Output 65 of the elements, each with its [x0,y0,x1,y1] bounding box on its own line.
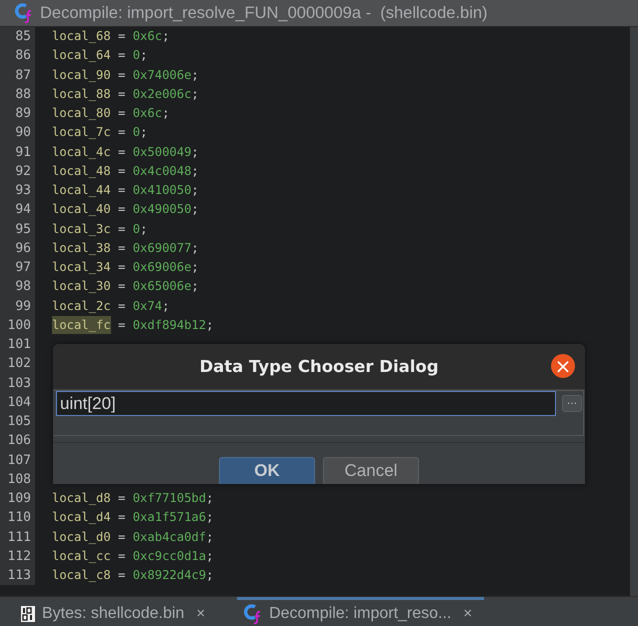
line-number: 98 [0,277,35,296]
code-line: local_48 = 0x4c0048; [52,164,199,178]
line-number: 100 [0,316,35,335]
code-line: local_7c = 0; [52,125,148,140]
line-number: 102 [0,354,35,374]
line-number: 93 [0,181,35,200]
line-number: 97 [0,258,35,278]
code-line: local_80 = 0x6c; [52,106,170,120]
code-line: local_fc = 0xdf894b12; [52,316,214,334]
line-number: 112 [0,546,35,566]
code-line: local_c8 = 0x8922d4c9; [52,568,214,582]
tab-label: Decompile: import_reso... [269,604,452,622]
code-line: local_cc = 0xc9cc0d1a; [52,548,214,563]
line-number: 101 [0,335,35,354]
line-number: 113 [0,566,35,586]
line-number: 94 [0,200,35,220]
line-number: 99 [0,296,35,316]
close-icon[interactable]: × [196,605,206,622]
code-line: local_4c = 0x500049; [52,144,199,158]
cancel-button[interactable]: Cancel [323,457,419,484]
code-line: local_38 = 0x690077; [52,240,199,255]
line-number: 107 [0,450,35,470]
tab[interactable]: Decompile: import_reso... × [237,597,484,626]
code-line: local_d0 = 0xab4ca0df; [52,530,214,544]
input-field[interactable]: uint[20] [56,391,556,416]
line-number: 89 [0,104,35,124]
tab[interactable]: Bytes: shellcode.bin × [0,597,218,626]
close-button[interactable]: × [551,354,575,378]
binary-file-icon [20,604,36,622]
line-number: 110 [0,508,35,528]
dialog-title: Data Type Chooser Dialog [199,357,439,376]
line-number: 96 [0,238,35,258]
line-number: 104 [0,392,35,412]
code-line: local_30 = 0x65006e; [52,279,199,294]
code-line: local_90 = 0x74006e; [52,68,199,82]
tab-label: Bytes: shellcode.bin [42,604,184,622]
ok-button[interactable]: OK [219,457,315,484]
code-line: local_64 = 0; [52,48,148,62]
code-line: local_44 = 0x410050; [52,183,199,197]
code-line: local_40 = 0x490050; [52,202,199,216]
code-line: local_88 = 0x2e006c; [52,86,199,101]
line-number: 87 [0,66,35,85]
line-number: 86 [0,46,35,66]
line-number: 103 [0,374,35,393]
line-number: 85 [0,27,35,46]
line-number: 105 [0,412,35,432]
line-number: 91 [0,142,35,162]
code-line: local_d8 = 0xf77105bd; [52,491,214,505]
line-number: 92 [0,162,35,181]
code-line: local_3c = 0; [52,222,148,236]
line-number: 106 [0,431,35,450]
code-line: local_68 = 0x6c; [52,29,170,43]
decompiler-icon [14,2,34,24]
line-number: 109 [0,489,35,508]
line-number: 90 [0,123,35,142]
line-number: 108 [0,470,35,489]
line-number: 88 [0,84,35,104]
close-icon[interactable]: × [463,605,472,622]
code-line: local_34 = 0x69006e; [52,260,199,274]
code-line: local_d4 = 0xa1f571a6; [52,510,214,524]
line-number: 111 [0,528,35,547]
window-title: Decompile: import_resolve_FUN_0000009a - (shellcode.bin) [40,4,488,22]
code-line: local_2c = 0x74; [52,298,170,312]
browse-button[interactable]: ··· [562,395,582,412]
line-number: 95 [0,220,35,239]
